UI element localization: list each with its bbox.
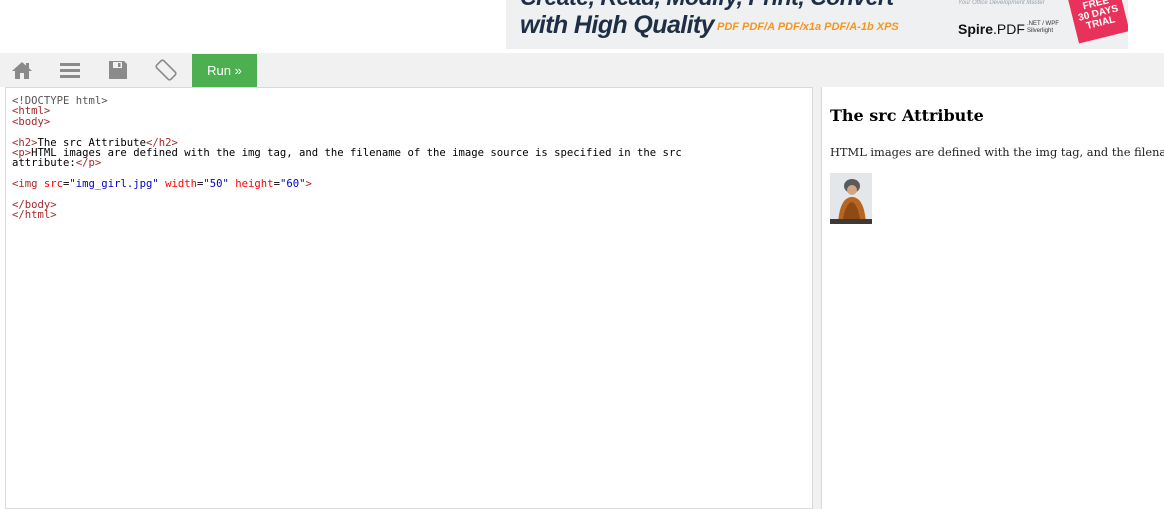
toolbar: Run » bbox=[0, 53, 1164, 87]
result-paragraph: HTML images are defined with the img tag… bbox=[830, 145, 1164, 159]
code-img-open: <img bbox=[12, 178, 44, 191]
code-p-close: </p> bbox=[75, 157, 102, 170]
code-img-src-attr: src bbox=[43, 178, 64, 191]
code-img-height-value: "60" bbox=[279, 178, 306, 191]
save-icon[interactable] bbox=[106, 59, 130, 81]
result-pane: The src Attribute HTML images are define… bbox=[821, 87, 1164, 509]
top-banner-area: Create, Read, Modify, Print, Convert wit… bbox=[0, 0, 1164, 53]
ad-banner[interactable]: Create, Read, Modify, Print, Convert wit… bbox=[506, 0, 1128, 49]
ad-trial-badge[interactable]: FREE 30 DAYS TRIAL bbox=[1066, 0, 1128, 44]
result-heading: The src Attribute bbox=[830, 106, 984, 125]
ad-formats: PDF PDF/A PDF/x1a PDF/A-1b XPS bbox=[717, 21, 899, 33]
code-img-src-value: "img_girl.jpg" bbox=[69, 178, 159, 191]
girl-image bbox=[830, 173, 872, 224]
code-img-width-value: "50" bbox=[203, 178, 229, 191]
ad-logo-platforms: .NET / WPF Silverlight bbox=[1027, 21, 1059, 34]
code-p-text: HTML images are defined with the img tag… bbox=[31, 147, 682, 160]
code-img-width-attr: width bbox=[165, 178, 197, 191]
code-img-close: > bbox=[305, 178, 312, 191]
home-icon[interactable] bbox=[10, 59, 34, 81]
menu-icon[interactable] bbox=[58, 59, 82, 81]
ad-logo: Spire.PDF bbox=[958, 21, 1025, 37]
code-editor[interactable]: <!DOCTYPE html> <html> <body> <h2>The sr… bbox=[5, 87, 813, 509]
code-body-open: <body> bbox=[12, 115, 51, 128]
code-p-text-cont: attribute: bbox=[12, 157, 76, 170]
ad-tagline: Your Office Development Master bbox=[958, 0, 1045, 6]
ad-headline-bottom: with High Quality bbox=[520, 11, 715, 39]
code-img-height-attr: height bbox=[235, 178, 274, 191]
code-html-close: </html> bbox=[12, 209, 57, 222]
ad-headline-top: Create, Read, Modify, Print, Convert bbox=[520, 0, 894, 11]
run-button[interactable]: Run » bbox=[192, 54, 257, 87]
code-text[interactable]: <!DOCTYPE html> <html> <body> <h2>The sr… bbox=[12, 96, 682, 221]
pane-splitter[interactable] bbox=[813, 87, 821, 509]
rotate-icon[interactable] bbox=[154, 59, 178, 81]
